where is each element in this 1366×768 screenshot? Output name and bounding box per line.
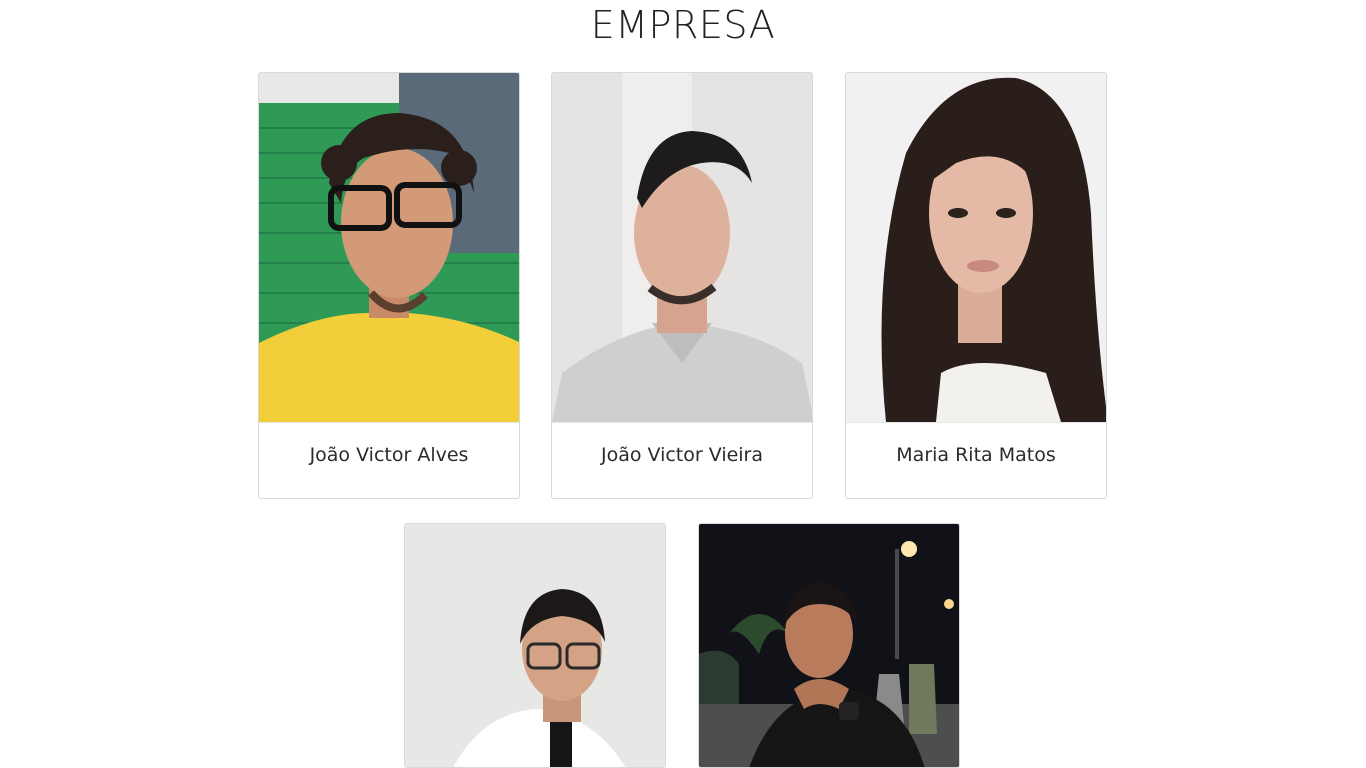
member-photo xyxy=(405,524,665,767)
team-member-card xyxy=(404,523,666,768)
member-photo xyxy=(552,73,812,422)
page-title: EMPRESA xyxy=(590,3,776,47)
team-member-card xyxy=(698,523,960,768)
member-name: João Victor Alves xyxy=(259,422,519,498)
member-name: Maria Rita Matos xyxy=(846,422,1106,498)
team-member-card: João Victor Vieira xyxy=(551,72,813,499)
member-photo xyxy=(699,524,959,767)
team-member-card: Maria Rita Matos xyxy=(845,72,1107,499)
team-member-card: João Victor Alves xyxy=(258,72,520,499)
member-name: João Victor Vieira xyxy=(552,422,812,498)
member-photo xyxy=(259,73,519,422)
team-page: EMPRESA João Victor Alves João Victor Vi… xyxy=(0,0,1366,768)
member-photo xyxy=(846,73,1106,422)
